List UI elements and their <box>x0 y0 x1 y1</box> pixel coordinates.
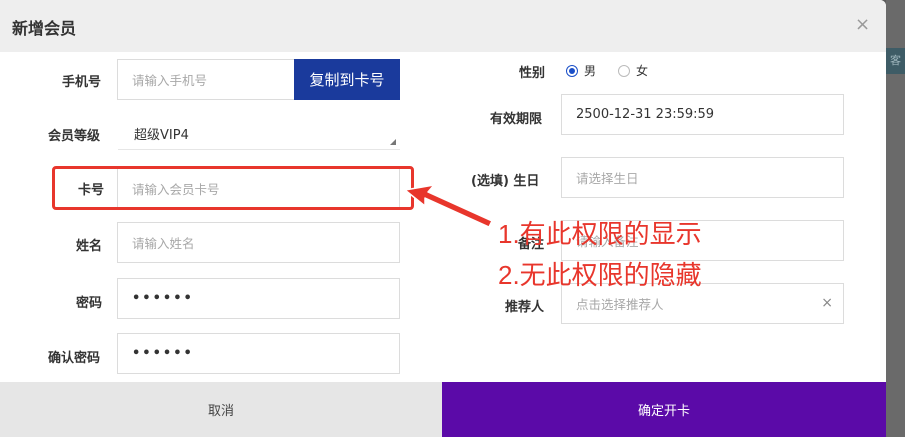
referrer-placeholder: 点击选择推荐人 <box>576 297 664 312</box>
level-value: 超级VIP4 <box>134 128 189 143</box>
confirm-open-card-button[interactable]: 确定开卡 <box>442 382 886 437</box>
password-value: •••••• <box>132 291 194 306</box>
password-input[interactable]: •••••• <box>117 278 400 319</box>
gender-label: 性别 <box>519 66 546 81</box>
clear-icon[interactable]: × <box>821 295 833 311</box>
radio-unchecked-icon <box>618 64 631 77</box>
confirm-password-value: •••••• <box>132 346 194 361</box>
radio-checked-icon <box>566 64 578 77</box>
name-input[interactable]: 请输入姓名 <box>117 222 400 263</box>
background-strip: 客 <box>886 0 905 437</box>
dropdown-arrow-icon <box>390 139 396 145</box>
password-label: 密码 <box>76 296 103 311</box>
expiry-value: 2500-12-31 23:59:59 <box>576 107 715 122</box>
cancel-button[interactable]: 取消 <box>0 382 442 437</box>
phone-placeholder: 请输入手机号 <box>132 73 208 88</box>
level-label: 会员等级 <box>48 129 101 144</box>
gender-option-label: 女 <box>636 64 649 78</box>
card-highlight-box <box>52 166 414 210</box>
confirm-password-input[interactable]: •••••• <box>117 333 400 374</box>
background-tab: 客 <box>886 48 905 74</box>
confirm-password-label: 确认密码 <box>48 351 101 366</box>
add-member-dialog: 新增会员 × 手机号 请输入手机号 复制到卡号 会员等级 超级VIP4 卡号 请… <box>0 0 886 437</box>
gender-option-label: 男 <box>584 64 597 78</box>
name-placeholder: 请输入姓名 <box>132 236 195 251</box>
dialog-header: 新增会员 × <box>0 0 886 52</box>
gender-radio-group: 男 女 <box>566 62 670 79</box>
level-select[interactable]: 超级VIP4 <box>118 118 400 150</box>
annotation-line-2: 2.无此权限的隐藏 <box>498 260 702 290</box>
expiry-input[interactable]: 2500-12-31 23:59:59 <box>561 94 844 135</box>
gender-option-male[interactable]: 男 <box>566 62 596 79</box>
gender-option-female[interactable]: 女 <box>618 62 648 79</box>
copy-to-card-button[interactable]: 复制到卡号 <box>294 59 400 100</box>
phone-input[interactable]: 请输入手机号 <box>117 59 295 100</box>
birthday-input[interactable]: 请选择生日 <box>561 157 844 198</box>
close-icon[interactable]: × <box>855 14 870 35</box>
annotation-line-1: 1.有此权限的显示 <box>498 219 702 249</box>
name-label: 姓名 <box>76 239 103 254</box>
expiry-label: 有效期限 <box>490 112 543 127</box>
dialog-title: 新增会员 <box>12 19 77 38</box>
birthday-placeholder: 请选择生日 <box>576 171 639 186</box>
birthday-label: (选填) 生日 <box>471 174 540 189</box>
referrer-label: 推荐人 <box>505 300 545 315</box>
phone-label: 手机号 <box>62 75 102 90</box>
